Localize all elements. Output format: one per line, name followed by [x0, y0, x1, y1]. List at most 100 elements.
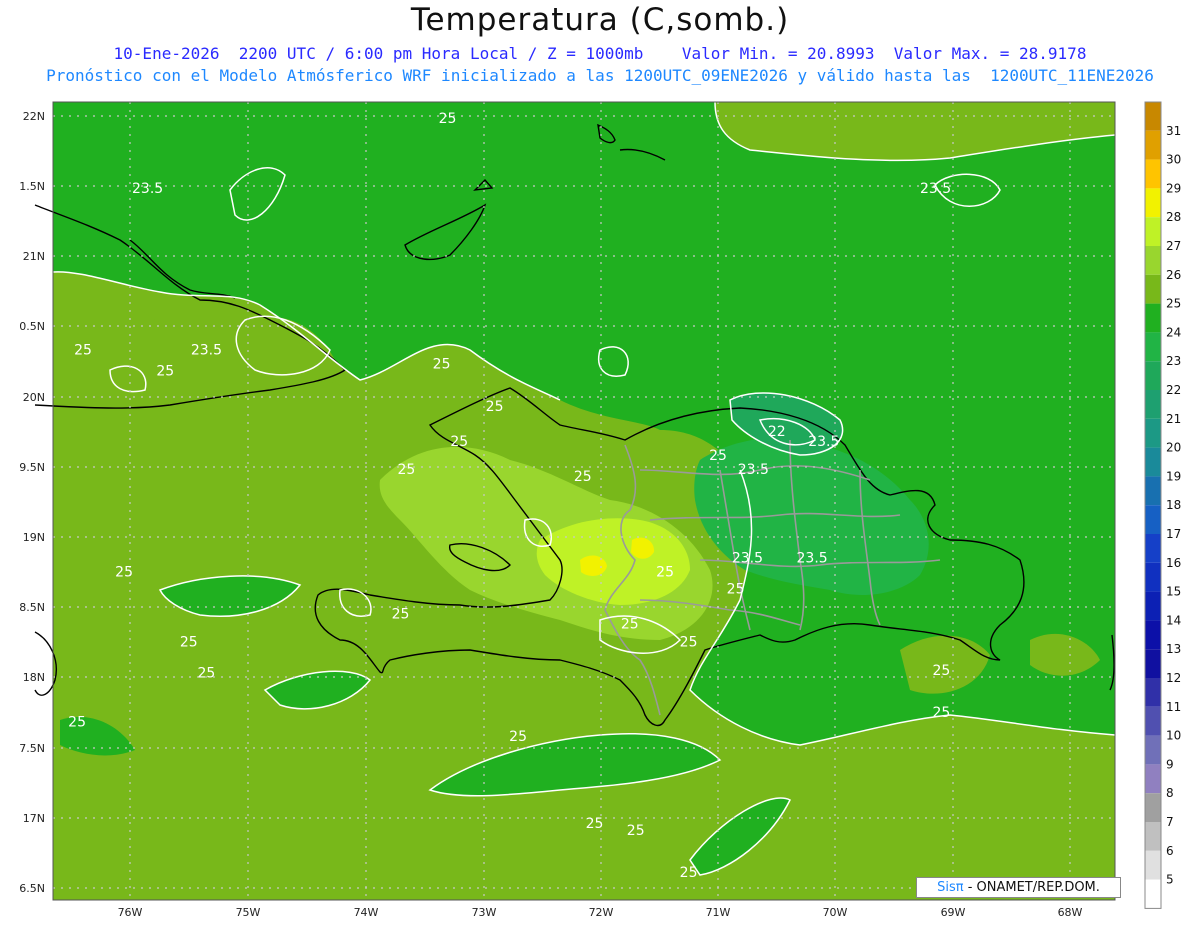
colorbar-label: 21 [1166, 412, 1181, 426]
contour-label: 25 [727, 581, 745, 597]
contour-label: 25 [397, 462, 415, 478]
lat-axis: 22N 1.5N 21N 0.5N 20N 9.5N 19N 8.5N 18N … [19, 110, 45, 895]
colorbar-label: 8 [1166, 786, 1174, 800]
colorbar-swatch [1145, 303, 1161, 333]
contour-label: 23.5 [920, 181, 951, 197]
lat-label: 22N [23, 110, 45, 123]
lat-label: 0.5N [19, 320, 45, 333]
colorbar-label: 5 [1166, 873, 1174, 887]
contour-label: 25 [627, 823, 645, 839]
contour-label: 25 [680, 635, 698, 651]
colorbar-label: 30 [1166, 153, 1181, 167]
contour-label: 23.5 [732, 551, 763, 567]
colorbar-label: 14 [1166, 613, 1181, 627]
contour-label: 22 [768, 424, 786, 440]
contour-label: 23.5 [738, 462, 769, 478]
contour-label: 25 [156, 364, 174, 380]
colorbar-swatch [1145, 678, 1161, 707]
colorbar-label: 26 [1166, 268, 1181, 282]
colorbar-swatch [1145, 534, 1161, 563]
colorbar-label: 7 [1166, 815, 1174, 829]
contour-label: 25 [509, 729, 527, 745]
lon-label: 69W [941, 906, 966, 919]
contour-label: 25 [932, 663, 950, 679]
colorbar-swatch [1145, 130, 1161, 160]
contour-label: 25 [486, 399, 504, 415]
contour-label: 25 [450, 434, 468, 450]
colorbar-swatch [1145, 390, 1161, 419]
lat-label: 1.5N [19, 180, 45, 193]
colorbar-label: 20 [1166, 441, 1181, 455]
lat-label: 17N [23, 812, 45, 825]
colorbar-label: 17 [1166, 527, 1181, 541]
colorbar-label: 22 [1166, 383, 1181, 397]
credit-box: Sisπ - ONAMET/REP.DOM. [916, 877, 1121, 898]
colorbar-swatch [1145, 418, 1161, 448]
contour-label: 25 [656, 565, 674, 581]
lat-label: 19N [23, 531, 45, 544]
lat-label: 18N [23, 671, 45, 684]
colorbar: 31 30 29 28 27 26 25 24 23 22 21 20 19 18 17 16 15 14 13 12… [1144, 101, 1181, 909]
temperature-map: 25 23.5 23.5 25 23.5 25 25 25 25 25 22 23.5 25 23.5 25… [19, 101, 1181, 919]
lat-label: 6.5N [19, 882, 45, 895]
contour-label: 23.5 [808, 434, 839, 450]
colorbar-label: 10 [1166, 729, 1181, 743]
contour-label: 23.5 [191, 343, 222, 359]
contour-label: 25 [439, 111, 457, 127]
colorbar-swatch [1145, 822, 1161, 851]
colorbar-swatch [1145, 274, 1161, 304]
lon-label: 73W [472, 906, 497, 919]
lat-label: 7.5N [19, 742, 45, 755]
lon-label: 71W [706, 906, 731, 919]
contour-label: 25 [115, 565, 133, 581]
contour-label: 25 [197, 666, 215, 682]
sispi-logo: Sisπ [937, 880, 964, 895]
colorbar-label: 24 [1166, 325, 1181, 339]
colorbar-label: 11 [1166, 700, 1181, 714]
contour-label: 25 [180, 635, 198, 651]
credit-text: - ONAMET/REP.DOM. [963, 880, 1100, 895]
colorbar-label: 19 [1166, 469, 1181, 483]
contour-label: 23.5 [797, 551, 828, 567]
contour-label: 25 [586, 816, 604, 832]
contour-label: 25 [392, 607, 410, 623]
contour-label: 25 [709, 448, 727, 464]
colorbar-swatch [1145, 735, 1161, 765]
lon-label: 75W [236, 906, 261, 919]
contour-label: 25 [433, 357, 451, 373]
colorbar-swatch [1145, 879, 1161, 909]
colorbar-swatch [1145, 706, 1161, 736]
colorbar-swatch [1145, 793, 1161, 822]
lon-axis: 76W 75W 74W 73W 72W 71W 70W 69W 68W [118, 906, 1083, 919]
colorbar-swatch [1145, 246, 1161, 275]
colorbar-swatch [1145, 476, 1161, 506]
colorbar-label: 27 [1166, 239, 1181, 253]
colorbar-label: 15 [1166, 585, 1181, 599]
colorbar-label: 18 [1166, 498, 1181, 512]
contour-label: 25 [68, 715, 86, 731]
colorbar-swatch [1145, 332, 1161, 362]
contour-label: 25 [74, 343, 92, 359]
colorbar-swatch [1145, 102, 1161, 131]
colorbar-label: 31 [1166, 124, 1181, 138]
colorbar-label: 6 [1166, 844, 1174, 858]
colorbar-swatch [1145, 764, 1161, 794]
contour-label: 25 [680, 865, 698, 881]
lat-label: 9.5N [19, 461, 45, 474]
contour-label: 25 [621, 617, 639, 633]
lat-label: 20N [23, 391, 45, 404]
colorbar-swatch [1145, 188, 1161, 218]
colorbar-swatch [1145, 850, 1161, 880]
colorbar-label: 9 [1166, 757, 1174, 771]
colorbar-swatch [1145, 649, 1161, 678]
contour-label: 25 [574, 469, 592, 485]
colorbar-label: 16 [1166, 556, 1181, 570]
colorbar-swatch [1145, 620, 1161, 650]
colorbar-label: 28 [1166, 210, 1181, 224]
colorbar-swatch [1145, 361, 1161, 390]
colorbar-swatch [1145, 591, 1161, 621]
colorbar-swatch [1145, 562, 1161, 592]
lon-label: 68W [1058, 906, 1083, 919]
colorbar-swatch [1145, 447, 1161, 477]
lat-label: 8.5N [19, 601, 45, 614]
